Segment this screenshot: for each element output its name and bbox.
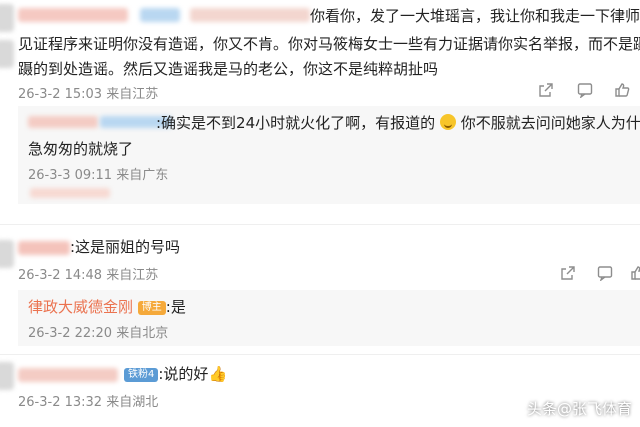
reply-block: 律政大威德金刚 博主:是 26-3-2 22:20 来自北京 — [18, 290, 640, 346]
username[interactable] — [18, 241, 70, 255]
thumbs-up-icon[interactable] — [630, 265, 640, 281]
reply-text: :确实是不到24小时就火化了啊，有报道的 你不服就去问问她家人为什么 — [156, 114, 640, 132]
reply-block: :确实是不到24小时就火化了啊，有报道的 你不服就去问问她家人为什么 急匆匆的就… — [18, 106, 640, 204]
comment-text: 你看你，发了一大堆瑶言，我让你和我走一下律师 — [310, 7, 640, 25]
comment-text: :这是丽姐的号吗 — [70, 238, 181, 256]
avatar[interactable] — [0, 4, 14, 32]
username[interactable] — [28, 116, 98, 128]
username[interactable]: 律政大威德金刚 — [28, 298, 133, 316]
comment-text: 见证程序来证明你没有造谣，你又不肯。你对马筱梅女士一些有力证据请你实名举报，而不… — [18, 35, 640, 53]
avatar[interactable] — [0, 362, 14, 390]
comment-text: 蹑的到处造谣。然后又造谣我是马的老公，你这不是纯粹胡扯吗 — [18, 60, 439, 78]
thumbs-up-emoji-icon: 👍 — [208, 365, 228, 383]
divider — [0, 354, 640, 355]
user-badge — [140, 8, 180, 22]
comment-meta: 26-3-2 15:03 来自江苏 — [18, 87, 159, 102]
comment-icon[interactable] — [597, 265, 613, 281]
avatar — [0, 40, 14, 68]
watermark: 头条@张飞体育 — [526, 400, 632, 418]
blogger-badge: 博主 — [137, 301, 166, 315]
share-icon[interactable] — [560, 265, 576, 281]
comment-text: 铁粉4:说的好👍 — [124, 363, 227, 385]
username — [190, 8, 310, 22]
reply-text: 急匆匆的就烧了 — [28, 140, 134, 158]
username[interactable] — [18, 368, 118, 382]
smile-emoji-icon — [439, 114, 456, 130]
divider — [0, 224, 640, 225]
more-replies-link[interactable] — [30, 188, 110, 198]
thumbs-up-icon[interactable] — [614, 82, 630, 98]
comment-icon[interactable] — [577, 82, 593, 98]
avatar[interactable] — [0, 240, 14, 268]
reply-meta: 26-3-3 09:11 来自广东 — [28, 168, 169, 183]
reply-text: 律政大威德金刚 博主:是 — [28, 298, 186, 316]
comment-meta: 26-3-2 13:32 来自湖北 — [18, 395, 159, 410]
share-icon[interactable] — [538, 82, 554, 98]
comment-meta: 26-3-2 14:48 来自江苏 — [18, 268, 159, 283]
username[interactable] — [18, 8, 128, 22]
reply-meta: 26-3-2 22:20 来自北京 — [28, 326, 169, 341]
fan-badge: 铁粉4 — [124, 368, 159, 382]
